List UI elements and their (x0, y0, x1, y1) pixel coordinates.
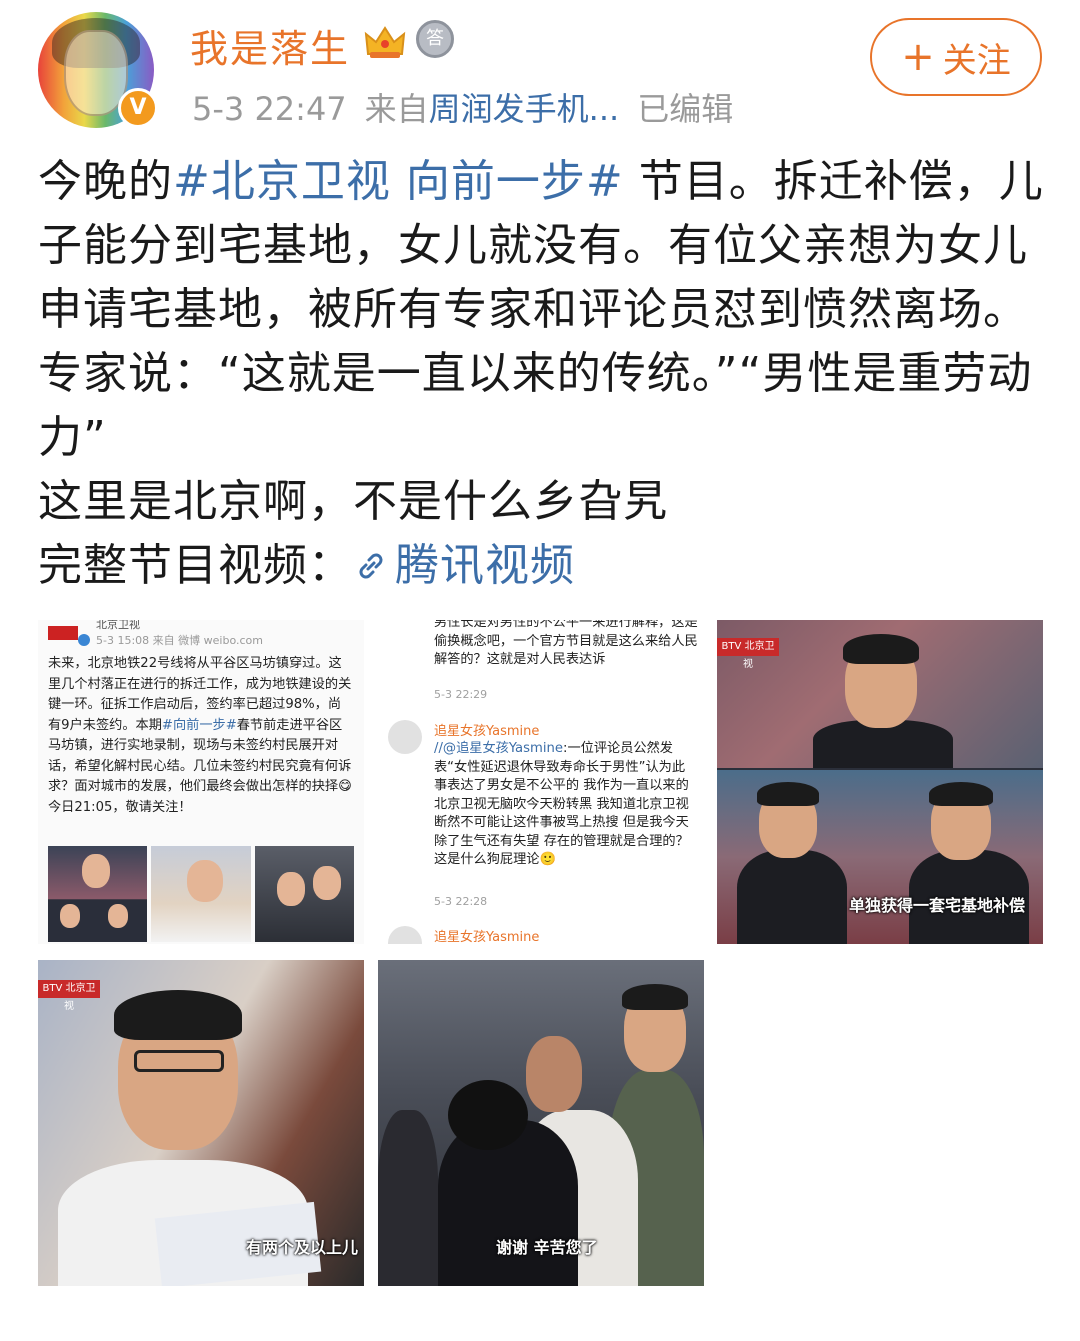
commenter-avatar (388, 926, 422, 944)
post-pre: 今晚的 (38, 156, 173, 207)
thumbnail (151, 846, 251, 942)
video-caption: 单独获得一套宅基地补偿 (849, 896, 1026, 915)
post-image-3[interactable]: BTV 北京卫视 单独获得一套宅基地补偿 (717, 620, 1043, 944)
comment-time: 5-3 22:28 (434, 895, 488, 908)
person-face (60, 904, 80, 928)
post-paragraph-2: 这里是北京啊，不是什么乡旮旯 (38, 476, 668, 527)
link-icon (359, 553, 383, 579)
comment-time: 5-3 22:29 (434, 688, 488, 701)
post-image-5[interactable]: 谢谢 辛苦您了 (378, 960, 704, 1286)
screenshot-header: 北京卫视 (96, 620, 140, 631)
video-prefix: 完整节目视频： (38, 540, 353, 591)
post-time: 5-3 22:47 (192, 90, 347, 128)
thumbnail (48, 846, 148, 942)
post-image-2[interactable]: 男性长是对男性的不公平一来进行解释，这是偷换概念吧，一个官方节目就是这么来给人民… (378, 620, 704, 944)
person-hair (757, 782, 819, 806)
btv-logo: BTV 北京卫视 (38, 980, 100, 1012)
person-hair (448, 1080, 528, 1150)
post-source-link[interactable]: 周润发手机... (429, 90, 620, 128)
commenter-name: 追星女孩Yasmine (434, 724, 540, 739)
btv-logo-icon (48, 626, 78, 640)
video-caption: 有两个及以上儿 (246, 1238, 359, 1257)
btv-logo: BTV 北京卫视 (717, 638, 779, 670)
person-face (187, 860, 224, 902)
from-prefix: 来自 (364, 90, 429, 128)
verified-dot-icon (78, 634, 90, 646)
video-caption: 谢谢 辛苦您了 (496, 1238, 598, 1257)
post-paragraph-1: 今晚的#北京卫视 向前一步# 节目。拆迁补偿，儿子能分到宅基地，女儿就没有。有位… (38, 150, 1048, 470)
screenshot-text: 未来，北京地铁22号线将从平谷区马坊镇穿过。这里几个村落正在进行的拆迁工作，成为… (48, 654, 354, 818)
username[interactable]: 我是落生 (190, 18, 350, 73)
comment-body: //@追星女孩Yasmine:一位评论员公然发表“女性延迟退休导致寿命长于男性”… (434, 740, 698, 870)
video-link-label: 腾讯视频 (395, 540, 575, 591)
person-face (108, 904, 128, 928)
screenshot-hashtag: #向前一步# (161, 717, 237, 733)
plus-icon: + (901, 34, 935, 80)
glasses-icon (134, 1050, 224, 1072)
hashtag-link[interactable]: #北京卫视 向前一步# (173, 156, 624, 207)
person-hair (114, 990, 242, 1040)
person-hair (843, 634, 919, 664)
post-meta: 5-3 22:47 来自周润发手机... 已编辑 (192, 84, 751, 130)
crown-icon (364, 26, 406, 58)
person-torso (378, 1110, 438, 1286)
post-body: 今晚的#北京卫视 向前一步# 节目。拆迁补偿，儿子能分到宅基地，女儿就没有。有位… (38, 150, 1048, 598)
edited-label: 已编辑 (637, 90, 734, 128)
person-head (526, 1036, 582, 1112)
person-torso (737, 850, 847, 944)
post-paragraph-3: 完整节目视频： 腾讯视频 (38, 534, 1048, 598)
follow-label: 关注 (942, 40, 1011, 81)
person-face (82, 854, 110, 888)
thumbnail (254, 846, 354, 942)
video-link[interactable]: 腾讯视频 (353, 540, 575, 591)
person-face (312, 866, 341, 900)
person-face (276, 872, 305, 906)
comment-text: :一位评论员公然发表“女性延迟退休导致寿命长于男性”认为此事表达了男女是不公平的… (434, 741, 689, 867)
screenshot-meta: 5-3 15:08 来自 微博 weibo.com (96, 634, 263, 647)
person-hair (929, 782, 993, 806)
follow-button[interactable]: + 关注 (870, 18, 1042, 96)
post-image-1[interactable]: 北京卫视 5-3 15:08 来自 微博 weibo.com 未来，北京地铁22… (38, 620, 364, 944)
commenter-name: 追星女孩Yasmine (434, 930, 540, 944)
post-image-4[interactable]: BTV 北京卫视 有两个及以上儿 (38, 960, 364, 1286)
screenshot-thumbnails (48, 846, 354, 944)
answer-medal-icon: 答 (416, 20, 454, 58)
comment-top-text: 男性长是对男性的不公平一来进行解释，这是偷换概念吧，一个官方节目就是这么来给人民… (434, 620, 698, 667)
comment-mention: //@追星女孩Yasmine (434, 741, 563, 756)
person-hair (622, 984, 688, 1010)
verified-badge-icon: V (118, 88, 158, 128)
commenter-avatar (388, 720, 422, 754)
